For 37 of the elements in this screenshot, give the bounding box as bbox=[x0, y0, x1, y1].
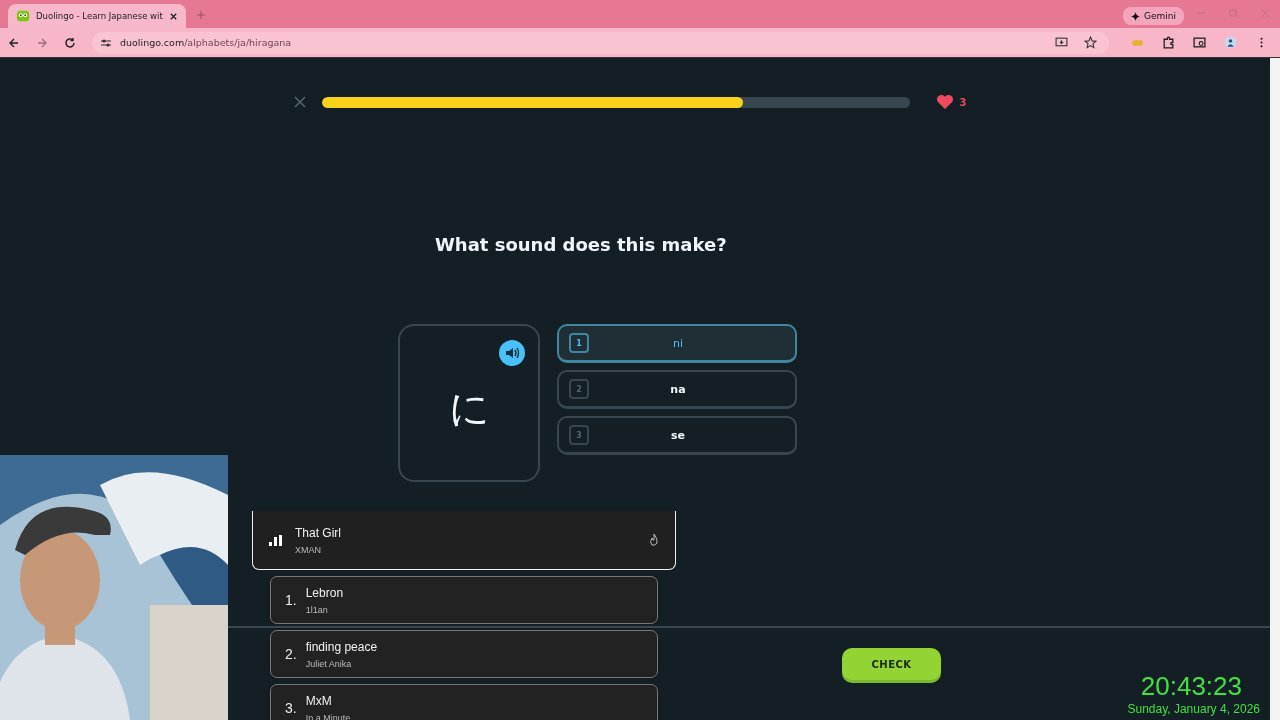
gemini-button[interactable]: Gemini bbox=[1123, 7, 1184, 25]
now-playing-card[interactable]: That Girl XMAN bbox=[252, 511, 676, 570]
song-title: MxM bbox=[305, 693, 332, 708]
tab-title: Duolingo - Learn Japanese wit bbox=[36, 11, 163, 21]
speaker-icon[interactable] bbox=[499, 340, 525, 366]
artist-name: In a Minute bbox=[305, 712, 351, 720]
url-text: duolingo.com/alphabets/ja/hiragana bbox=[120, 37, 292, 48]
clock-date: Sunday, January 4, 2026 bbox=[1127, 702, 1260, 716]
hearts-count: 3 bbox=[959, 96, 967, 108]
heart-icon bbox=[935, 94, 954, 110]
search-tab-icon[interactable] bbox=[1193, 36, 1206, 49]
equalizer-icon bbox=[269, 534, 283, 546]
clock-time: 20:43:23 bbox=[1140, 671, 1242, 702]
artist-name: XMAN bbox=[295, 544, 321, 555]
close-icon[interactable] bbox=[168, 11, 178, 21]
question-title: What sound does this make? bbox=[435, 234, 727, 255]
answer-choice[interactable]: 2 na bbox=[557, 370, 797, 409]
song-title: That Girl bbox=[295, 525, 341, 540]
flame-icon bbox=[649, 533, 659, 547]
profile-avatar-icon[interactable] bbox=[1224, 36, 1237, 49]
address-field[interactable]: duolingo.com/alphabets/ja/hiragana bbox=[92, 31, 1109, 54]
install-icon[interactable] bbox=[1055, 36, 1068, 49]
kana-character: に bbox=[448, 383, 490, 433]
reload-icon[interactable] bbox=[64, 36, 76, 49]
browser-tab[interactable]: Duolingo - Learn Japanese wit bbox=[8, 4, 186, 28]
artist-name: Juliet Anika bbox=[305, 658, 352, 669]
star-icon[interactable] bbox=[1084, 36, 1097, 49]
answer-choice[interactable]: 3 se bbox=[557, 416, 797, 455]
song-title: Lebron bbox=[305, 585, 344, 600]
sparkle-icon bbox=[1131, 11, 1140, 21]
song-title: finding peace bbox=[305, 639, 378, 654]
artist-name: 1l1an bbox=[305, 604, 328, 615]
puzzle-icon[interactable] bbox=[1162, 36, 1175, 49]
back-icon[interactable] bbox=[8, 36, 20, 49]
check-button[interactable]: CHECK bbox=[842, 648, 941, 680]
answer-choice[interactable]: 1 ni bbox=[557, 324, 797, 363]
owl-icon bbox=[16, 9, 30, 23]
